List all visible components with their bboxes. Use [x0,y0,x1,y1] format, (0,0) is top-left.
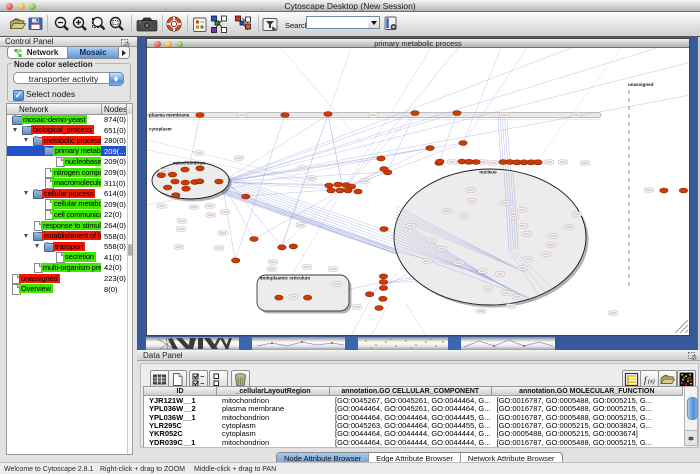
svg-text:endoplasmic reticulum: endoplasmic reticulum [260,276,310,281]
svg-text:(x): (x) [648,378,655,385]
svg-text:plasma membrane: plasma membrane [149,113,190,118]
svg-text:mitochondrion: mitochondrion [173,161,205,166]
svg-text:cytoplasm: cytoplasm [149,127,172,132]
svg-text:unassigned: unassigned [628,82,654,87]
svg-text:nucleus: nucleus [479,170,497,175]
